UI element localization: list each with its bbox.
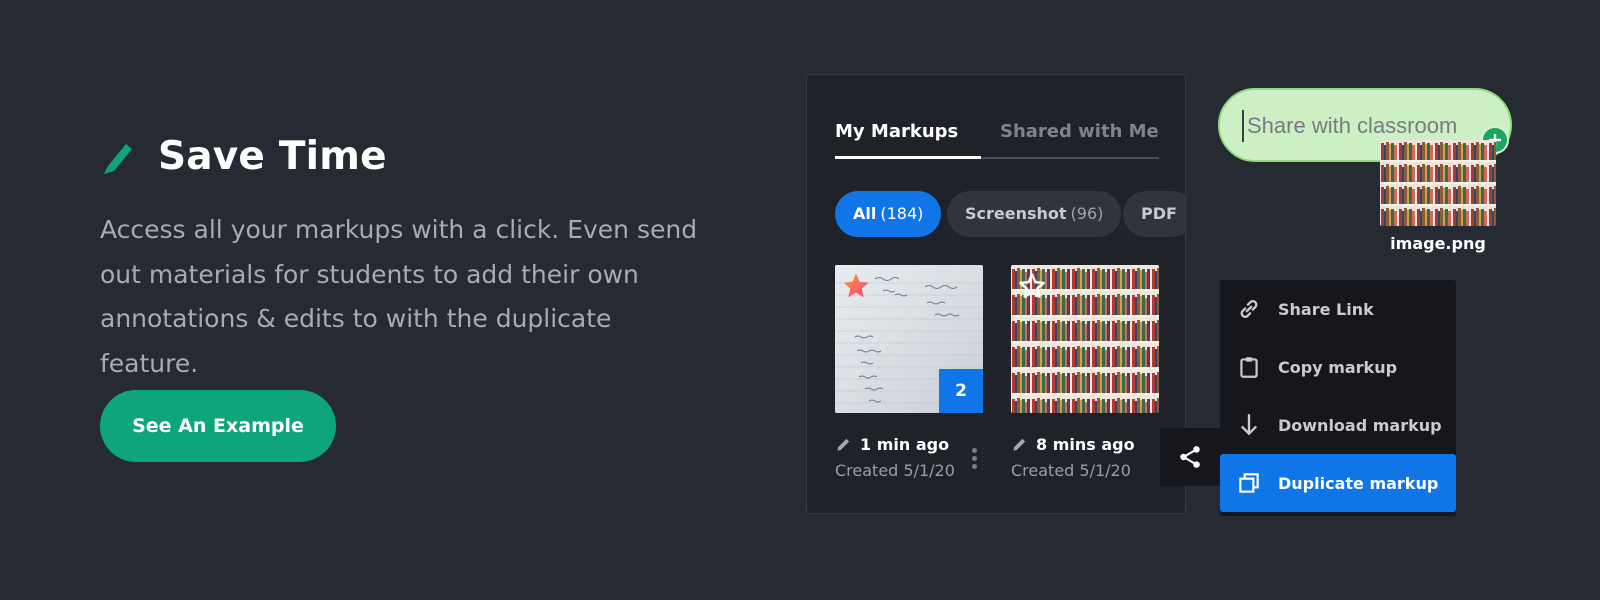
page-count-badge: 2 [939, 369, 983, 413]
share-classroom-input[interactable] [1242, 110, 1492, 142]
markup-card[interactable]: 8 mins ago Created 5/1/20 [1011, 265, 1159, 480]
card-meta: 8 mins ago Created 5/1/20 [1011, 431, 1159, 481]
created-date: Created 5/1/20 [835, 461, 955, 480]
hero-description: Access all your markups with a click. Ev… [100, 215, 698, 378]
edited-time: 8 mins ago [1011, 431, 1159, 457]
filter-chip-count: (96) [1070, 204, 1104, 223]
menu-item-label: Copy markup [1278, 357, 1398, 377]
menu-item-download-markup[interactable]: Download markup [1220, 396, 1456, 454]
hero-heading: Save Time [100, 128, 720, 184]
hero-title: Save Time [158, 133, 387, 179]
active-tab-indicator [835, 156, 981, 159]
download-icon [1241, 414, 1257, 435]
filter-chip-pdf[interactable]: PDF [1123, 191, 1185, 237]
pencil-small-icon [837, 438, 850, 450]
bookshelf-image [1380, 140, 1496, 226]
hero-section: Save Time Access all your markups with a… [100, 128, 720, 462]
share-button[interactable] [1160, 428, 1220, 486]
markup-thumbnail[interactable]: 2 [835, 265, 983, 413]
attached-file-thumbnail[interactable] [1380, 140, 1496, 226]
attached-file-name: image.png [1390, 234, 1486, 253]
menu-item-duplicate-markup[interactable]: Duplicate markup [1220, 454, 1456, 512]
filter-chip-label: All [853, 204, 877, 223]
tab-my-markups[interactable]: My Markups [835, 119, 958, 157]
markup-card[interactable]: 2 1 min ago Created 5/1/20 [835, 265, 983, 480]
edited-time: 1 min ago [835, 431, 983, 457]
created-date: Created 5/1/20 [1011, 461, 1131, 480]
filter-chip-count: (184) [880, 204, 924, 223]
menu-item-label: Duplicate markup [1278, 473, 1439, 493]
pencil-small-icon [1013, 438, 1026, 450]
duplicate-icon [1239, 473, 1259, 493]
filter-chip-all[interactable]: All (184) [835, 191, 942, 237]
filter-chip-label: Screenshot [965, 204, 1067, 223]
share-icon [1180, 446, 1200, 468]
star-filled-icon[interactable] [841, 271, 871, 301]
tab-bar: My Markups Shared with Me [835, 119, 1159, 159]
filter-chip-screenshot[interactable]: Screenshot (96) [947, 191, 1122, 237]
menu-item-copy-markup[interactable]: Copy markup [1220, 338, 1456, 396]
edited-time-label: 8 mins ago [1036, 434, 1135, 454]
filter-chip-label: PDF [1141, 204, 1177, 223]
markups-panel: My Markups Shared with Me All (184) Scree… [806, 74, 1186, 514]
card-meta: 1 min ago Created 5/1/20 [835, 431, 983, 481]
menu-item-label: Download markup [1278, 415, 1442, 435]
edited-time-label: 1 min ago [860, 434, 950, 454]
menu-item-share-link[interactable]: Share Link [1220, 280, 1456, 338]
see-example-button[interactable]: See An Example [100, 390, 336, 462]
star-outline-icon[interactable] [1017, 271, 1047, 301]
clipboard-icon [1240, 357, 1258, 378]
menu-item-label: Share Link [1278, 299, 1374, 319]
share-menu: Share Link Copy markup Download markup D… [1220, 280, 1456, 516]
pencil-icon [104, 144, 132, 174]
more-options-icon[interactable] [967, 445, 981, 475]
tab-shared-with-me[interactable]: Shared with Me [1000, 119, 1159, 157]
markup-thumbnail[interactable] [1011, 265, 1159, 413]
link-icon [1240, 300, 1258, 318]
